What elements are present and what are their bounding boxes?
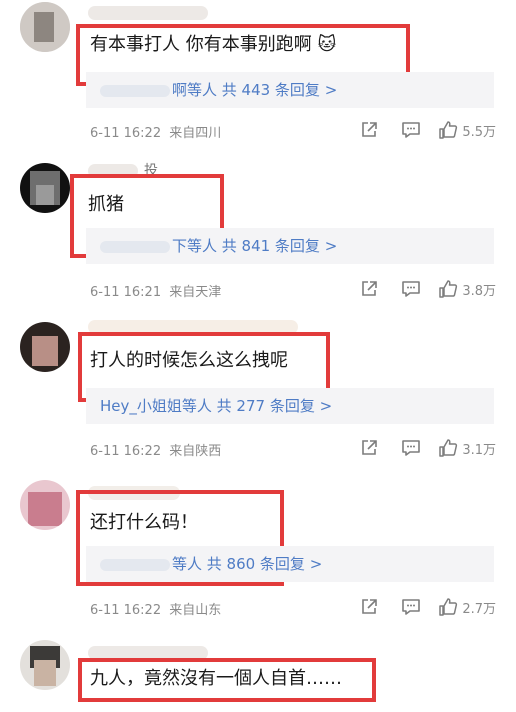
avatar[interactable]: [20, 322, 70, 372]
username-blurred: [88, 6, 208, 20]
comment-item: 投 抓猪 下等人 共 841 条回复 > 6-11 16:21 来自天津 3.8…: [0, 150, 516, 310]
comment-text: 打人的时候怎么这么拽呢: [90, 350, 288, 371]
share-icon[interactable]: [348, 278, 390, 300]
comment-text: 抓猪: [88, 194, 124, 215]
location: 来自山东: [169, 603, 222, 618]
comment-meta: 6-11 16:21 来自天津: [90, 281, 221, 300]
avatar[interactable]: [20, 163, 70, 213]
reply-summary[interactable]: Hey_小姐姐等人 共 277 条回复 >: [86, 388, 494, 424]
comment-text: 九人，竟然沒有一個人自首……: [90, 668, 342, 689]
timestamp: 6-11 16:22: [90, 126, 162, 141]
like-button[interactable]: 2.7万: [438, 597, 496, 617]
timestamp: 6-11 16:22: [90, 444, 162, 459]
share-icon[interactable]: [348, 437, 390, 459]
action-bar: 3.1万: [348, 437, 496, 459]
comment-icon[interactable]: [390, 278, 432, 300]
reply-count-link[interactable]: 等人 共 860 条回复 >: [172, 555, 322, 573]
reply-count-link[interactable]: 下等人 共 841 条回复 >: [172, 237, 337, 255]
location: 来自陕西: [169, 444, 222, 459]
location: 来自四川: [169, 126, 222, 141]
action-bar: 5.5万: [348, 119, 496, 141]
comment-icon[interactable]: [390, 596, 432, 618]
comment-text: 还打什么码！: [90, 512, 198, 533]
location: 来自天津: [169, 285, 222, 300]
comment-meta: 6-11 16:22 来自山东: [90, 599, 221, 618]
blurred-names: [100, 240, 170, 253]
comment-item: 还打什么码！ 等人 共 860 条回复 > 6-11 16:22 来自山东 2.…: [0, 470, 516, 630]
comment-meta: 6-11 16:22 来自四川: [90, 122, 221, 141]
comment-text: 有本事打人 你有本事别跑啊 🐱: [90, 34, 336, 56]
comment-item: 九人，竟然沒有一個人自首……: [0, 630, 516, 712]
timestamp: 6-11 16:21: [90, 285, 162, 300]
like-count: 5.5万: [462, 124, 496, 140]
blurred-names: [100, 558, 170, 571]
reply-summary[interactable]: 啊等人 共 443 条回复 >: [86, 72, 494, 108]
reply-count-link[interactable]: Hey_小姐姐等人 共 277 条回复 >: [100, 397, 332, 415]
like-count: 3.8万: [462, 283, 496, 299]
like-button[interactable]: 5.5万: [438, 120, 496, 140]
timestamp: 6-11 16:22: [90, 603, 162, 618]
thumbs-up-icon: [439, 439, 458, 457]
like-button[interactable]: 3.8万: [438, 279, 496, 299]
share-icon[interactable]: [348, 119, 390, 141]
avatar[interactable]: [20, 640, 70, 690]
comment-meta: 6-11 16:22 来自陕西: [90, 440, 221, 459]
cat-emoji-icon: 🐱: [317, 34, 337, 55]
action-bar: 3.8万: [348, 278, 496, 300]
comment-item: 打人的时候怎么这么拽呢 Hey_小姐姐等人 共 277 条回复 > 6-11 1…: [0, 310, 516, 470]
thumbs-up-icon: [439, 121, 458, 139]
action-bar: 2.7万: [348, 596, 496, 618]
thumbs-up-icon: [439, 598, 458, 616]
like-button[interactable]: 3.1万: [438, 438, 496, 458]
share-icon[interactable]: [348, 596, 390, 618]
reply-count-link[interactable]: 啊等人 共 443 条回复 >: [172, 81, 337, 99]
comment-icon[interactable]: [390, 437, 432, 459]
avatar[interactable]: [20, 480, 70, 530]
blurred-names: [100, 84, 170, 97]
comment-item: 有本事打人 你有本事别跑啊 🐱 啊等人 共 443 条回复 > 6-11 16:…: [0, 0, 516, 150]
comment-text-content: 有本事打人 你有本事别跑啊: [90, 34, 312, 55]
comment-icon[interactable]: [390, 119, 432, 141]
reply-summary[interactable]: 等人 共 860 条回复 >: [86, 546, 494, 582]
reply-summary[interactable]: 下等人 共 841 条回复 >: [86, 228, 494, 264]
like-count: 3.1万: [462, 442, 496, 458]
thumbs-up-icon: [439, 280, 458, 298]
avatar[interactable]: [20, 2, 70, 52]
like-count: 2.7万: [462, 601, 496, 617]
